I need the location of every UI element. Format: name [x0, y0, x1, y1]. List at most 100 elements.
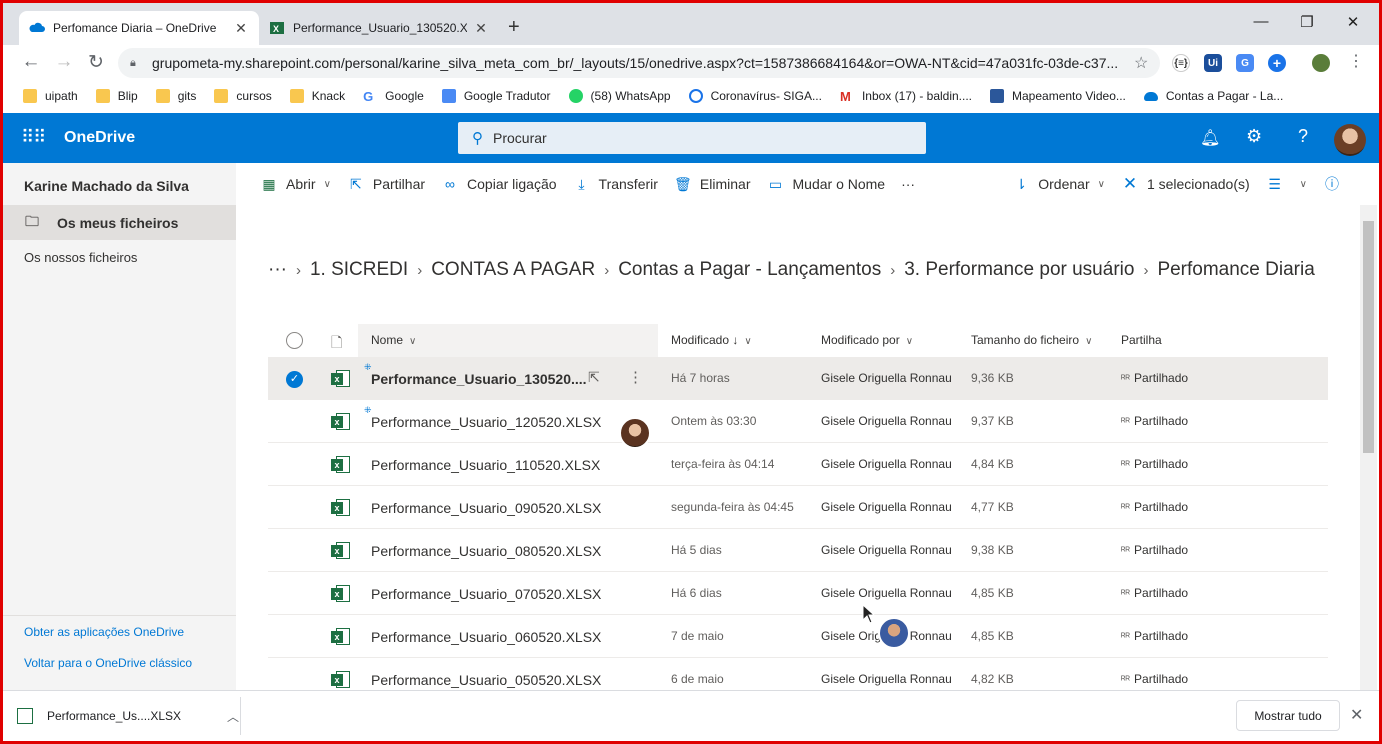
forward-arrow-icon[interactable]: →	[53, 51, 75, 73]
extension-uipath-icon[interactable]: Ui	[1204, 54, 1222, 72]
column-size[interactable]: Tamanho do ficheiro ∨	[971, 333, 1092, 347]
file-row[interactable]: x Performance_Usuario_060520.XLSX 7 de m…	[268, 615, 1328, 658]
bookmark-item[interactable]: Contas a Pagar - La...	[1143, 89, 1283, 103]
column-name[interactable]: Nome ∨	[371, 333, 416, 347]
browser-tab-excel[interactable]: X Performance_Usuario_130520.XLS ✕	[259, 11, 499, 45]
bookmark-item[interactable]: (58) WhatsApp	[568, 89, 671, 103]
search-box[interactable]: ⚲ Procurar	[458, 122, 926, 154]
help-icon[interactable]: ?	[1298, 126, 1308, 147]
minimize-icon[interactable]: —	[1251, 13, 1271, 30]
extension-translate-icon[interactable]: G	[1236, 54, 1254, 72]
nav-my-files[interactable]: 🗀 Os meus ficheiros	[3, 205, 236, 240]
extension-plus-icon[interactable]: +	[1268, 54, 1286, 72]
classic-onedrive-link[interactable]: Voltar para o OneDrive clássico	[24, 656, 192, 670]
rename-button[interactable]: ▭ Mudar o Nome	[767, 176, 885, 193]
bookmark-item[interactable]: cursos	[214, 89, 272, 103]
open-button[interactable]: ▦ Abrir ∨	[260, 176, 331, 193]
file-row[interactable]: x ⁜ Performance_Usuario_120520.XLSX Onte…	[268, 400, 1328, 443]
download-item[interactable]: Performance_Us....XLSX ︿	[17, 701, 239, 731]
breadcrumb-item[interactable]: CONTAS A PAGAR	[431, 259, 595, 280]
bookmark-item[interactable]: Coronavírus- SIGA...	[688, 89, 822, 103]
share-icon[interactable]: ⇱	[588, 369, 600, 386]
checkmark-icon[interactable]: ✓	[286, 371, 303, 388]
people-icon: ᴿᴿ	[1121, 460, 1131, 471]
browser-tab-onedrive[interactable]: Perfomance Diaria – OneDrive ✕	[19, 11, 259, 45]
column-sharing[interactable]: Partilha	[1121, 333, 1162, 347]
bookmark-item[interactable]: Google Tradutor	[441, 89, 551, 103]
file-row[interactable]: x Performance_Usuario_070520.XLSX Há 6 d…	[268, 572, 1328, 615]
bookmark-item[interactable]: gits	[155, 89, 196, 103]
breadcrumb-item[interactable]: Contas a Pagar - Lançamentos	[618, 259, 881, 280]
column-modified-by[interactable]: Modificado por ∨	[821, 333, 913, 347]
bookmark-item[interactable]: G Google	[363, 89, 424, 104]
browser-menu-icon[interactable]: ⋮	[1345, 51, 1367, 71]
profile-avatar-icon[interactable]	[1312, 54, 1330, 72]
delete-button[interactable]: 🗑︎ Eliminar	[674, 175, 750, 193]
trash-icon: 🗑︎	[674, 175, 692, 192]
file-row[interactable]: x Performance_Usuario_110520.XLSX terça-…	[268, 443, 1328, 486]
breadcrumb-item[interactable]: 3. Performance por usuário	[904, 259, 1134, 280]
file-name[interactable]: Performance_Usuario_120520.XLSX	[371, 414, 601, 430]
bookmark-item[interactable]: M Inbox (17) - baldin....	[840, 89, 972, 104]
vertical-scrollbar[interactable]	[1360, 205, 1377, 690]
address-bar[interactable]: 🔒︎ grupometa-my.sharepoint.com/personal/…	[118, 48, 1160, 78]
collaborator-avatar[interactable]	[878, 617, 910, 649]
file-name[interactable]: Performance_Usuario_090520.XLSX	[371, 500, 601, 516]
tab-close-icon[interactable]: ✕	[233, 20, 249, 37]
onedrive-header: ⠿⠿ OneDrive ⚲ Procurar 🔔︎ ⚙ ?	[3, 113, 1379, 163]
file-name[interactable]: Performance_Usuario_130520....	[371, 371, 587, 387]
select-all-checkbox[interactable]	[286, 332, 303, 349]
app-launcher-waffle-icon[interactable]: ⠿⠿	[21, 127, 46, 148]
mouse-cursor-icon	[862, 604, 876, 624]
file-name[interactable]: Performance_Usuario_070520.XLSX	[371, 586, 601, 602]
translate-icon	[441, 89, 456, 103]
new-tab-plus-icon[interactable]: +	[508, 16, 520, 39]
bookmark-star-icon[interactable]: ☆	[1134, 53, 1160, 73]
reload-icon[interactable]: ↻	[85, 51, 107, 74]
bell-icon[interactable]: 🔔︎	[1200, 128, 1220, 148]
info-button[interactable]: ⓘ	[1323, 174, 1349, 194]
file-row[interactable]: x Performance_Usuario_080520.XLSX Há 5 d…	[268, 529, 1328, 572]
file-row[interactable]: x Performance_Usuario_090520.XLSX segund…	[268, 486, 1328, 529]
window-close-icon[interactable]: ✕	[1343, 13, 1363, 31]
get-apps-link[interactable]: Obter as aplicações OneDrive	[24, 625, 184, 639]
bookmark-item[interactable]: uipath	[23, 89, 78, 103]
maximize-icon[interactable]: ❐	[1297, 13, 1317, 31]
more-commands-button[interactable]: ···	[901, 176, 915, 192]
scrollbar-thumb[interactable]	[1363, 221, 1374, 453]
clear-selection-button[interactable]: ✕ 1 selecionado(s)	[1121, 174, 1250, 194]
file-modified: terça-feira às 04:14	[671, 457, 775, 471]
show-all-button[interactable]: Mostrar tudo	[1236, 700, 1340, 731]
view-options-button[interactable]: ☰ ∨	[1266, 176, 1307, 193]
extension-json-icon[interactable]: {≡}	[1172, 54, 1190, 72]
nav-our-files[interactable]: Os nossos ficheiros	[24, 250, 137, 265]
copy-link-button[interactable]: ∞ Copiar ligação	[441, 176, 557, 192]
file-row[interactable]: ✓ x ⁜ Performance_Usuario_130520.... ⇱ ⋮…	[268, 357, 1328, 400]
close-download-bar-icon[interactable]: ✕	[1350, 705, 1363, 725]
lock-icon: 🔒︎	[130, 56, 136, 69]
user-avatar[interactable]	[1334, 124, 1366, 156]
file-modified-by: Gisele Origuella Ronnau	[821, 414, 952, 428]
bookmark-item[interactable]: Mapeamento Video...	[990, 89, 1126, 103]
share-button[interactable]: ⇱ Partilhar	[347, 176, 425, 193]
bookmark-item[interactable]: Knack	[289, 89, 345, 103]
more-vertical-icon[interactable]: ⋮	[628, 368, 643, 386]
download-button[interactable]: ⤓ Transferir	[573, 176, 658, 193]
back-arrow-icon[interactable]: ←	[20, 51, 42, 73]
excel-file-icon: x	[331, 413, 350, 430]
gear-icon[interactable]: ⚙	[1246, 126, 1262, 147]
onedrive-brand[interactable]: OneDrive	[64, 129, 135, 147]
column-modified[interactable]: Modificado ↓ ∨	[671, 333, 752, 347]
collaborator-avatar[interactable]	[619, 417, 651, 449]
sort-button[interactable]: ⇂ Ordenar ∨	[1012, 176, 1105, 193]
chevron-up-icon[interactable]: ︿	[227, 708, 239, 725]
breadcrumb-item[interactable]: 1. SICREDI	[310, 259, 408, 280]
bookmark-item[interactable]: Blip	[95, 89, 138, 103]
breadcrumb-overflow[interactable]: ···	[268, 259, 287, 280]
file-type-icon[interactable]: 🗋	[331, 332, 342, 356]
file-name[interactable]: Performance_Usuario_060520.XLSX	[371, 629, 601, 645]
file-name[interactable]: Performance_Usuario_050520.XLSX	[371, 672, 601, 688]
file-name[interactable]: Performance_Usuario_110520.XLSX	[371, 457, 600, 473]
file-name[interactable]: Performance_Usuario_080520.XLSX	[371, 543, 601, 559]
tab-close-icon[interactable]: ✕	[473, 20, 489, 37]
